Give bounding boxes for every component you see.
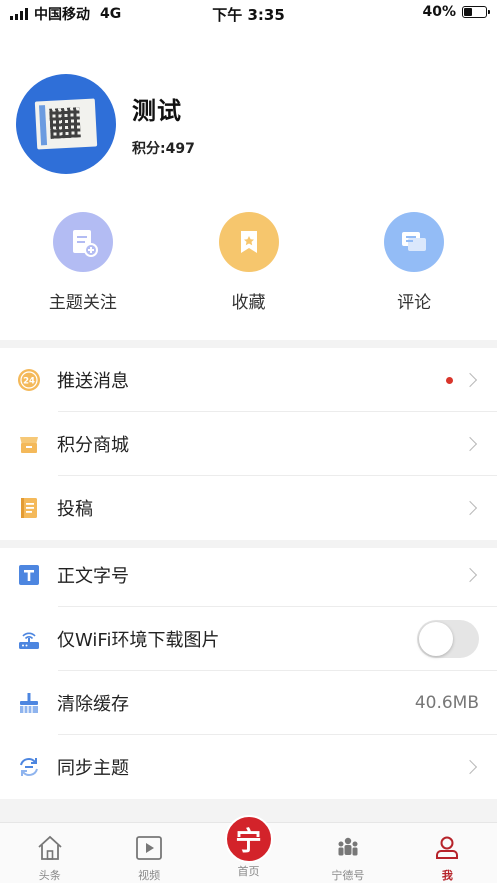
row-right: 40.6MB [415, 671, 479, 735]
quick-action-label: 评论 [397, 293, 432, 313]
section-divider [0, 340, 497, 348]
people-icon [333, 827, 363, 863]
unread-dot [446, 376, 453, 384]
battery-percent: 40% [422, 4, 456, 20]
menu-item-push-messages[interactable]: 24 推送消息 [0, 348, 497, 412]
comment-icon [384, 212, 445, 272]
chevron-right-icon [462, 436, 478, 452]
quick-actions: 主题关注 收藏 评论 [0, 212, 497, 322]
points-mall-icon [17, 432, 41, 456]
tab-label: 首页 [237, 865, 260, 878]
quick-action-topic-follow[interactable]: 主题关注 [0, 212, 166, 322]
menu-group-1: 24 推送消息 积分商城 投稿 [0, 348, 497, 540]
tab-video[interactable]: 视频 [99, 823, 198, 883]
quick-action-label: 主题关注 [48, 293, 117, 313]
chevron-right-icon [462, 567, 478, 583]
menu-item-label: 仅WiFi环境下载图片 [57, 630, 220, 651]
wifi-only-toggle[interactable] [417, 620, 479, 658]
menu-item-clear-cache[interactable]: 清除缓存 40.6MB [0, 671, 497, 735]
video-icon [134, 827, 164, 863]
chevron-right-icon [462, 500, 478, 516]
row-right [462, 735, 479, 799]
text-size-icon [17, 563, 41, 587]
menu-item-label: 投稿 [57, 499, 93, 520]
menu-item-label: 同步主题 [57, 758, 129, 779]
row-right [462, 476, 479, 540]
profile-header[interactable]: 测试 积分:497 [16, 72, 195, 176]
chevron-right-icon [462, 372, 478, 388]
tab-label: 我 [441, 869, 453, 882]
tab-headlines[interactable]: 头条 [0, 823, 99, 883]
status-right: 40% [422, 4, 490, 20]
bookmark-icon [218, 212, 279, 272]
menu-item-points-mall[interactable]: 积分商城 [0, 412, 497, 476]
sync-icon [17, 755, 41, 779]
push-message-icon: 24 [17, 368, 41, 392]
points-label: 积分:497 [132, 140, 195, 157]
cache-size-value: 40.6MB [414, 693, 479, 713]
broom-icon [17, 691, 41, 715]
row-right [462, 543, 479, 607]
menu-group-2: 正文字号 仅WiFi环境下载图片 清除缓存 40.6MB 同步主题 [0, 543, 497, 799]
tab-label: 头条 [38, 869, 61, 882]
quick-action-bookmark[interactable]: 收藏 [166, 212, 332, 322]
user-icon [432, 827, 462, 863]
avatar-image [34, 98, 98, 150]
home-logo-icon: 宁 [224, 815, 273, 863]
house-icon [35, 827, 65, 863]
battery-icon [462, 6, 490, 18]
tab-me[interactable]: 我 [398, 823, 497, 883]
menu-item-wifi-images: 仅WiFi环境下载图片 [0, 607, 497, 671]
tab-label: 宁德号 [331, 869, 365, 882]
svg-text:24: 24 [23, 377, 35, 387]
contribute-icon [17, 496, 41, 520]
row-right [462, 412, 479, 476]
chevron-right-icon [462, 759, 478, 775]
menu-item-label: 推送消息 [57, 371, 129, 392]
tab-label: 视频 [138, 869, 161, 882]
avatar[interactable] [16, 74, 116, 174]
profile-info: 测试 积分:497 [132, 91, 195, 158]
status-bar: 中国移动 4G 下午 3:35 40% [0, 0, 497, 26]
row-right [417, 607, 479, 671]
topic-follow-icon [52, 212, 113, 272]
menu-item-label: 清除缓存 [57, 694, 129, 715]
tab-ningde-account[interactable]: 宁德号 [298, 823, 397, 883]
menu-item-label: 正文字号 [57, 566, 129, 587]
menu-item-font-size[interactable]: 正文字号 [0, 543, 497, 607]
wifi-router-icon [17, 627, 41, 651]
bottom-tab-bar: 头条 视频 宁 首页 宁德号 我 [0, 815, 497, 883]
row-right [446, 348, 479, 412]
menu-item-label: 积分商城 [57, 435, 129, 456]
tab-home[interactable]: 宁 首页 [199, 815, 298, 883]
menu-item-contribute[interactable]: 投稿 [0, 476, 497, 540]
quick-action-comment[interactable]: 评论 [331, 212, 497, 322]
quick-action-label: 收藏 [231, 293, 266, 313]
menu-item-sync-topics[interactable]: 同步主题 [0, 735, 497, 799]
username: 测试 [132, 96, 182, 125]
